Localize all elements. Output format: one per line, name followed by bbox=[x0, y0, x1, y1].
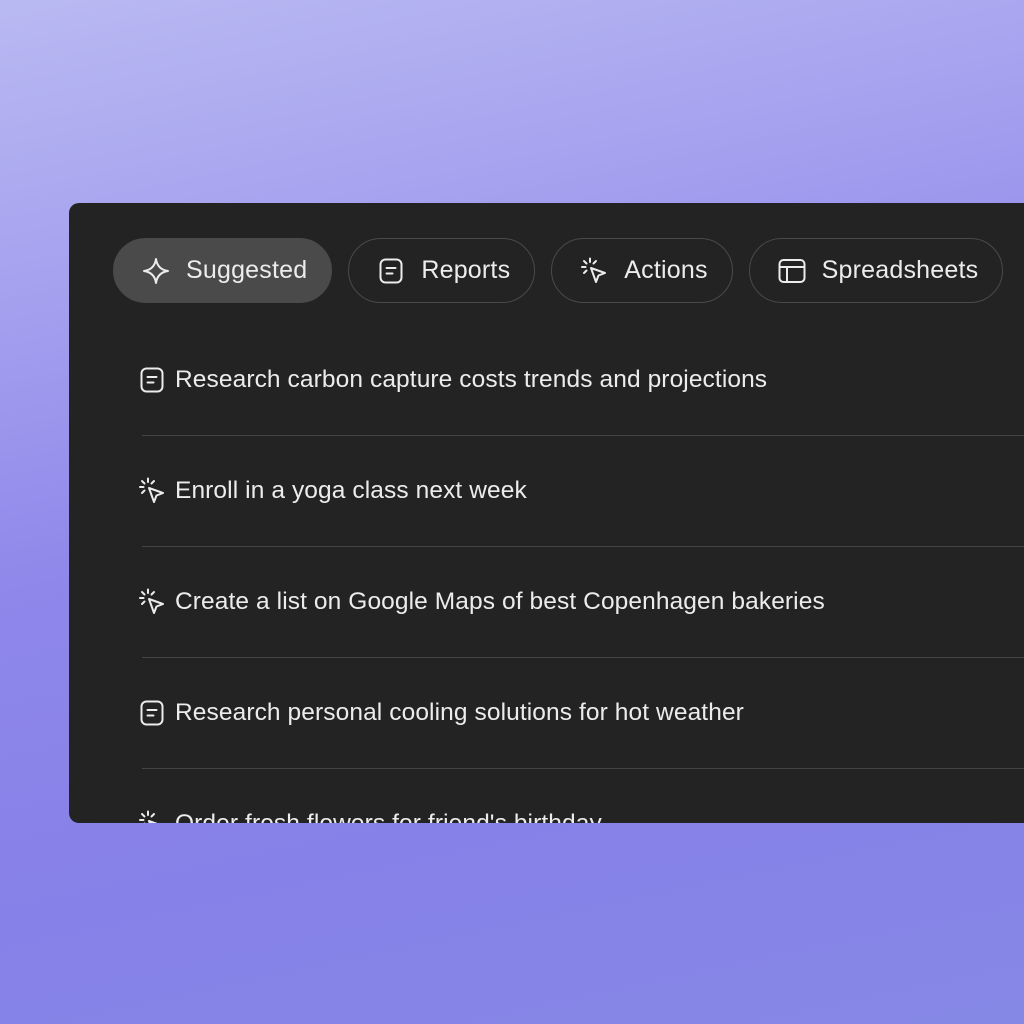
suggestions-panel: Suggested Reports Actions Spreadsheets R… bbox=[69, 203, 1024, 823]
sparkle-icon bbox=[140, 255, 172, 287]
tab-reports[interactable]: Reports bbox=[348, 238, 536, 303]
document-icon bbox=[375, 255, 407, 287]
suggestion-item[interactable]: Create a list on Google Maps of best Cop… bbox=[139, 547, 1024, 657]
suggestion-text: Order fresh flowers for friend's birthda… bbox=[175, 810, 602, 823]
tab-label: Spreadsheets bbox=[821, 256, 979, 284]
suggestion-item[interactable]: Research carbon capture costs trends and… bbox=[140, 325, 1024, 435]
document-icon bbox=[137, 698, 167, 728]
suggestion-text: Enroll in a yoga class next week bbox=[175, 477, 527, 504]
cursor-click-icon bbox=[578, 255, 610, 287]
document-icon bbox=[137, 365, 167, 395]
suggestion-item[interactable]: Order fresh flowers for friend's birthda… bbox=[139, 769, 1024, 823]
suggestion-text: Create a list on Google Maps of best Cop… bbox=[175, 588, 825, 615]
suggestion-text: Research carbon capture costs trends and… bbox=[175, 366, 768, 393]
tab-actions[interactable]: Actions bbox=[551, 238, 733, 303]
cursor-click-icon bbox=[137, 809, 167, 823]
cursor-click-icon bbox=[137, 476, 167, 506]
suggestion-item[interactable]: Enroll in a yoga class next week bbox=[139, 436, 1024, 546]
table-icon bbox=[776, 255, 808, 287]
suggestion-item[interactable]: Research personal cooling solutions for … bbox=[140, 658, 1024, 768]
suggestion-text: Research personal cooling solutions for … bbox=[175, 699, 744, 726]
tab-label: Actions bbox=[624, 256, 708, 284]
cursor-click-icon bbox=[137, 587, 167, 617]
tab-suggested[interactable]: Suggested bbox=[113, 238, 333, 303]
tab-bar: Suggested Reports Actions Spreadsheets bbox=[113, 238, 1004, 303]
tab-spreadsheets[interactable]: Spreadsheets bbox=[748, 238, 1004, 303]
tab-label: Suggested bbox=[186, 256, 308, 284]
tab-label: Reports bbox=[421, 256, 511, 284]
suggestion-list: Research carbon capture costs trends and… bbox=[139, 325, 1024, 823]
